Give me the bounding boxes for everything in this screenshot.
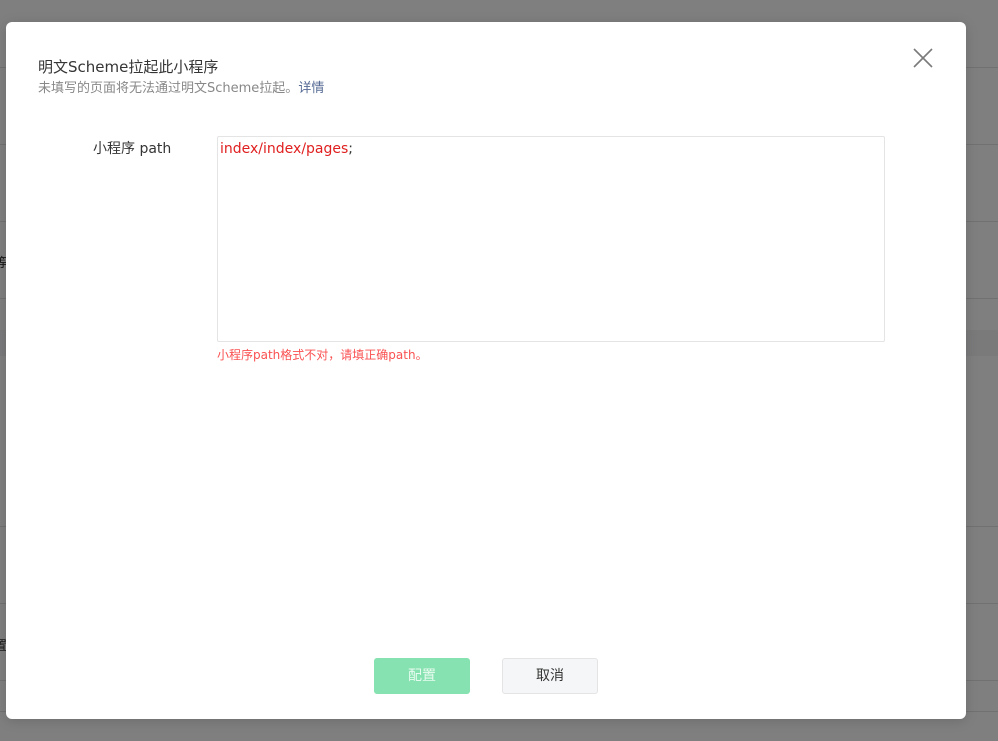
details-link[interactable]: 详情 xyxy=(298,81,324,96)
dialog-subtitle-text: 未填写的页面将无法通过明文Scheme拉起。 xyxy=(38,81,299,96)
close-icon xyxy=(913,48,933,68)
path-field-label: 小程序 path xyxy=(93,141,172,157)
path-error-message: 小程序path格式不对，请填正确path。 xyxy=(217,348,428,362)
close-button[interactable] xyxy=(911,46,935,70)
dialog-title: 明文Scheme拉起此小程序 xyxy=(38,58,219,76)
cancel-button[interactable]: 取消 xyxy=(502,658,598,694)
invalid-path-text: index/index/pages xyxy=(220,141,349,157)
path-textarea[interactable]: index/index/pages; xyxy=(217,136,885,342)
confirm-button[interactable]: 配置 xyxy=(374,658,470,694)
dialog-subtitle: 未填写的页面将无法通过明文Scheme拉起。详情 xyxy=(38,77,324,96)
path-text-rest: ; xyxy=(348,141,354,157)
scheme-dialog: 明文Scheme拉起此小程序 未填写的页面将无法通过明文Scheme拉起。详情 … xyxy=(6,22,966,719)
